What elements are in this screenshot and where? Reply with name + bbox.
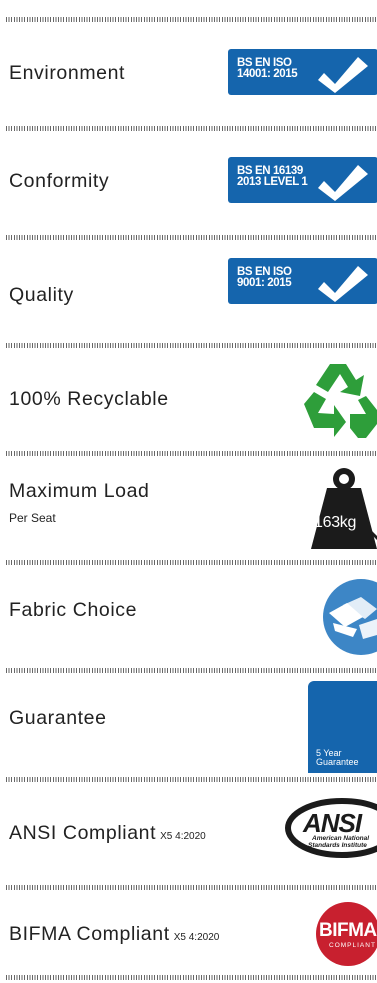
feature-row-environment: Environment BS EN ISO 14001: 2015 [0, 22, 377, 126]
feature-sublabel: Per Seat [9, 511, 56, 525]
ansi-logo-sub: Standards Institute [308, 842, 367, 849]
ansi-logo-sub: American National [312, 835, 370, 842]
feature-label: BIFMA Compliant X5 4:2020 [9, 923, 219, 946]
feature-label: Guarantee [9, 707, 107, 729]
feature-row-ansi: ANSI Compliant X5 4:2020 ANSI American Na… [0, 782, 377, 885]
guarantee-icon: 5 Year Guarantee [308, 681, 377, 773]
standard-suffix: X5 4:2020 [173, 932, 220, 943]
feature-row-conformity: Conformity BS EN 16139 2013 LEVEL 1 [0, 131, 377, 235]
feature-label: Environment [9, 62, 126, 84]
recycle-icon [304, 364, 377, 438]
feature-label: Fabric Choice [9, 599, 138, 621]
bifma-logo-sub: COMPLIANT [329, 942, 376, 949]
feature-row-fabric-choice: Fabric Choice [0, 565, 377, 668]
ansi-logo: ANSI American National Standards Institu… [284, 798, 377, 858]
check-icon [318, 266, 368, 302]
check-icon [318, 57, 368, 93]
feature-row-bifma: BIFMA Compliant X5 4:2020 BIFMA COMPLIANT [0, 890, 377, 975]
weight-icon: 163kg [311, 464, 377, 554]
feature-row-quality: Quality BS EN ISO 9001: 2015 [0, 240, 377, 343]
badge-text-line: 14001: 2015 [237, 68, 298, 80]
iso-9001-badge: BS EN ISO 9001: 2015 [228, 258, 377, 304]
bifma-logo-main: BIFMA [319, 920, 377, 941]
feature-label: 100% Recyclable [9, 388, 169, 410]
divider [6, 975, 376, 980]
feature-row-maximum-load: Maximum Load Per Seat 163kg [0, 456, 377, 560]
iso-14001-badge: BS EN ISO 14001: 2015 [228, 49, 377, 95]
feature-label: Maximum Load [9, 480, 150, 502]
feature-label-text: BIFMA Compliant [9, 923, 170, 945]
feature-label: ANSI Compliant X5 4:2020 [9, 822, 206, 845]
check-icon [318, 165, 368, 201]
badge-text-line: 9001: 2015 [237, 277, 292, 289]
weight-value: 163kg [314, 514, 357, 531]
feature-row-guarantee: Guarantee 5 Year Guarantee [0, 673, 377, 777]
feature-row-recyclable: 100% Recyclable [0, 348, 377, 451]
feature-label-text: ANSI Compliant [9, 822, 157, 844]
standard-suffix: X5 4:2020 [160, 831, 206, 842]
bs-en-16139-badge: BS EN 16139 2013 LEVEL 1 [228, 157, 377, 203]
badge-text-line: 2013 LEVEL 1 [237, 176, 308, 188]
feature-label: Conformity [9, 170, 110, 192]
bifma-logo: BIFMA COMPLIANT [312, 902, 377, 966]
fabric-swatch-icon [323, 579, 377, 655]
feature-label: Quality [9, 284, 74, 306]
guarantee-text-line: Guarantee [316, 757, 359, 767]
